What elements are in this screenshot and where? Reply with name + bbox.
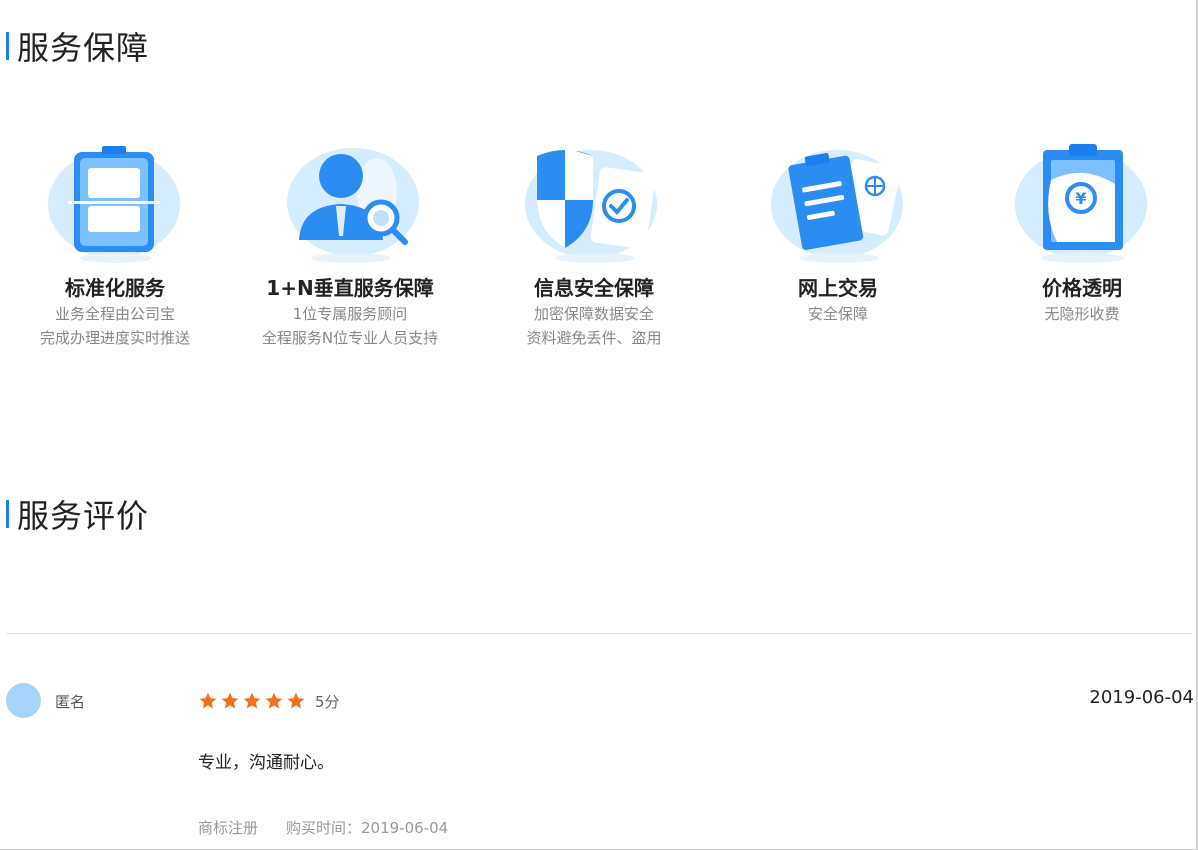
svg-text:¥: ¥ xyxy=(1075,189,1086,208)
rating-stars xyxy=(198,691,308,711)
document-globe-icon xyxy=(771,150,903,263)
service-features: 标准化服务 业务全程由公司宝 完成办理进度实时推送 1+N垂直服务保障 1位专属… xyxy=(0,140,1198,370)
service-section-title: 服务保障 xyxy=(6,26,150,67)
rating-score: 5分 xyxy=(315,693,340,711)
avatar xyxy=(6,683,41,718)
shield-check-icon xyxy=(525,148,657,263)
reviewer-name: 匿名 xyxy=(55,693,86,711)
review-meta: 商标注册 购买时间：2019-06-04 xyxy=(198,817,476,838)
feature-title: 价格透明 xyxy=(1042,276,1122,300)
review-section-title-text: 服务评价 xyxy=(17,497,150,535)
star-icon xyxy=(287,692,305,709)
feature-title: 标准化服务 xyxy=(65,276,165,300)
review-date: 2019-06-04 xyxy=(1089,687,1194,708)
feature-desc-line1: 加密保障数据安全 xyxy=(533,305,654,323)
star-icon xyxy=(221,692,239,709)
feature-title: 信息安全保障 xyxy=(534,276,654,300)
clipboard-yen-icon: ¥ xyxy=(1015,144,1147,263)
title-accent-bar xyxy=(6,32,9,60)
feature-desc-line1: 安全保障 xyxy=(807,305,868,323)
review-divider xyxy=(6,633,1192,634)
purchase-time: 购买时间：2019-06-04 xyxy=(286,819,449,837)
feature-desc-line2: 资料避免丢件、盗用 xyxy=(526,329,662,347)
feature-title: 网上交易 xyxy=(798,276,878,300)
feature-desc-line1: 1位专属服务顾问 xyxy=(292,305,408,323)
feature-desc-line2: 完成办理进度实时推送 xyxy=(39,329,190,347)
feature-desc-line1: 无隐形收费 xyxy=(1044,305,1120,323)
feature-desc-line1: 业务全程由公司宝 xyxy=(54,305,175,323)
star-icon xyxy=(265,692,283,709)
title-accent-bar xyxy=(6,500,9,528)
product-name: 商标注册 xyxy=(198,819,259,837)
feature-desc-line2: 全程服务N位专业人员支持 xyxy=(261,329,439,347)
star-icon xyxy=(199,692,217,709)
review-section-title: 服务评价 xyxy=(6,494,150,535)
service-section-title-text: 服务保障 xyxy=(17,29,150,67)
feature-title: 1+N垂直服务保障 xyxy=(266,276,434,300)
review-content: 专业，沟通耐心。 xyxy=(198,753,334,773)
consultant-search-icon xyxy=(287,148,419,263)
tablet-icon xyxy=(48,146,180,263)
star-icon xyxy=(243,692,261,709)
